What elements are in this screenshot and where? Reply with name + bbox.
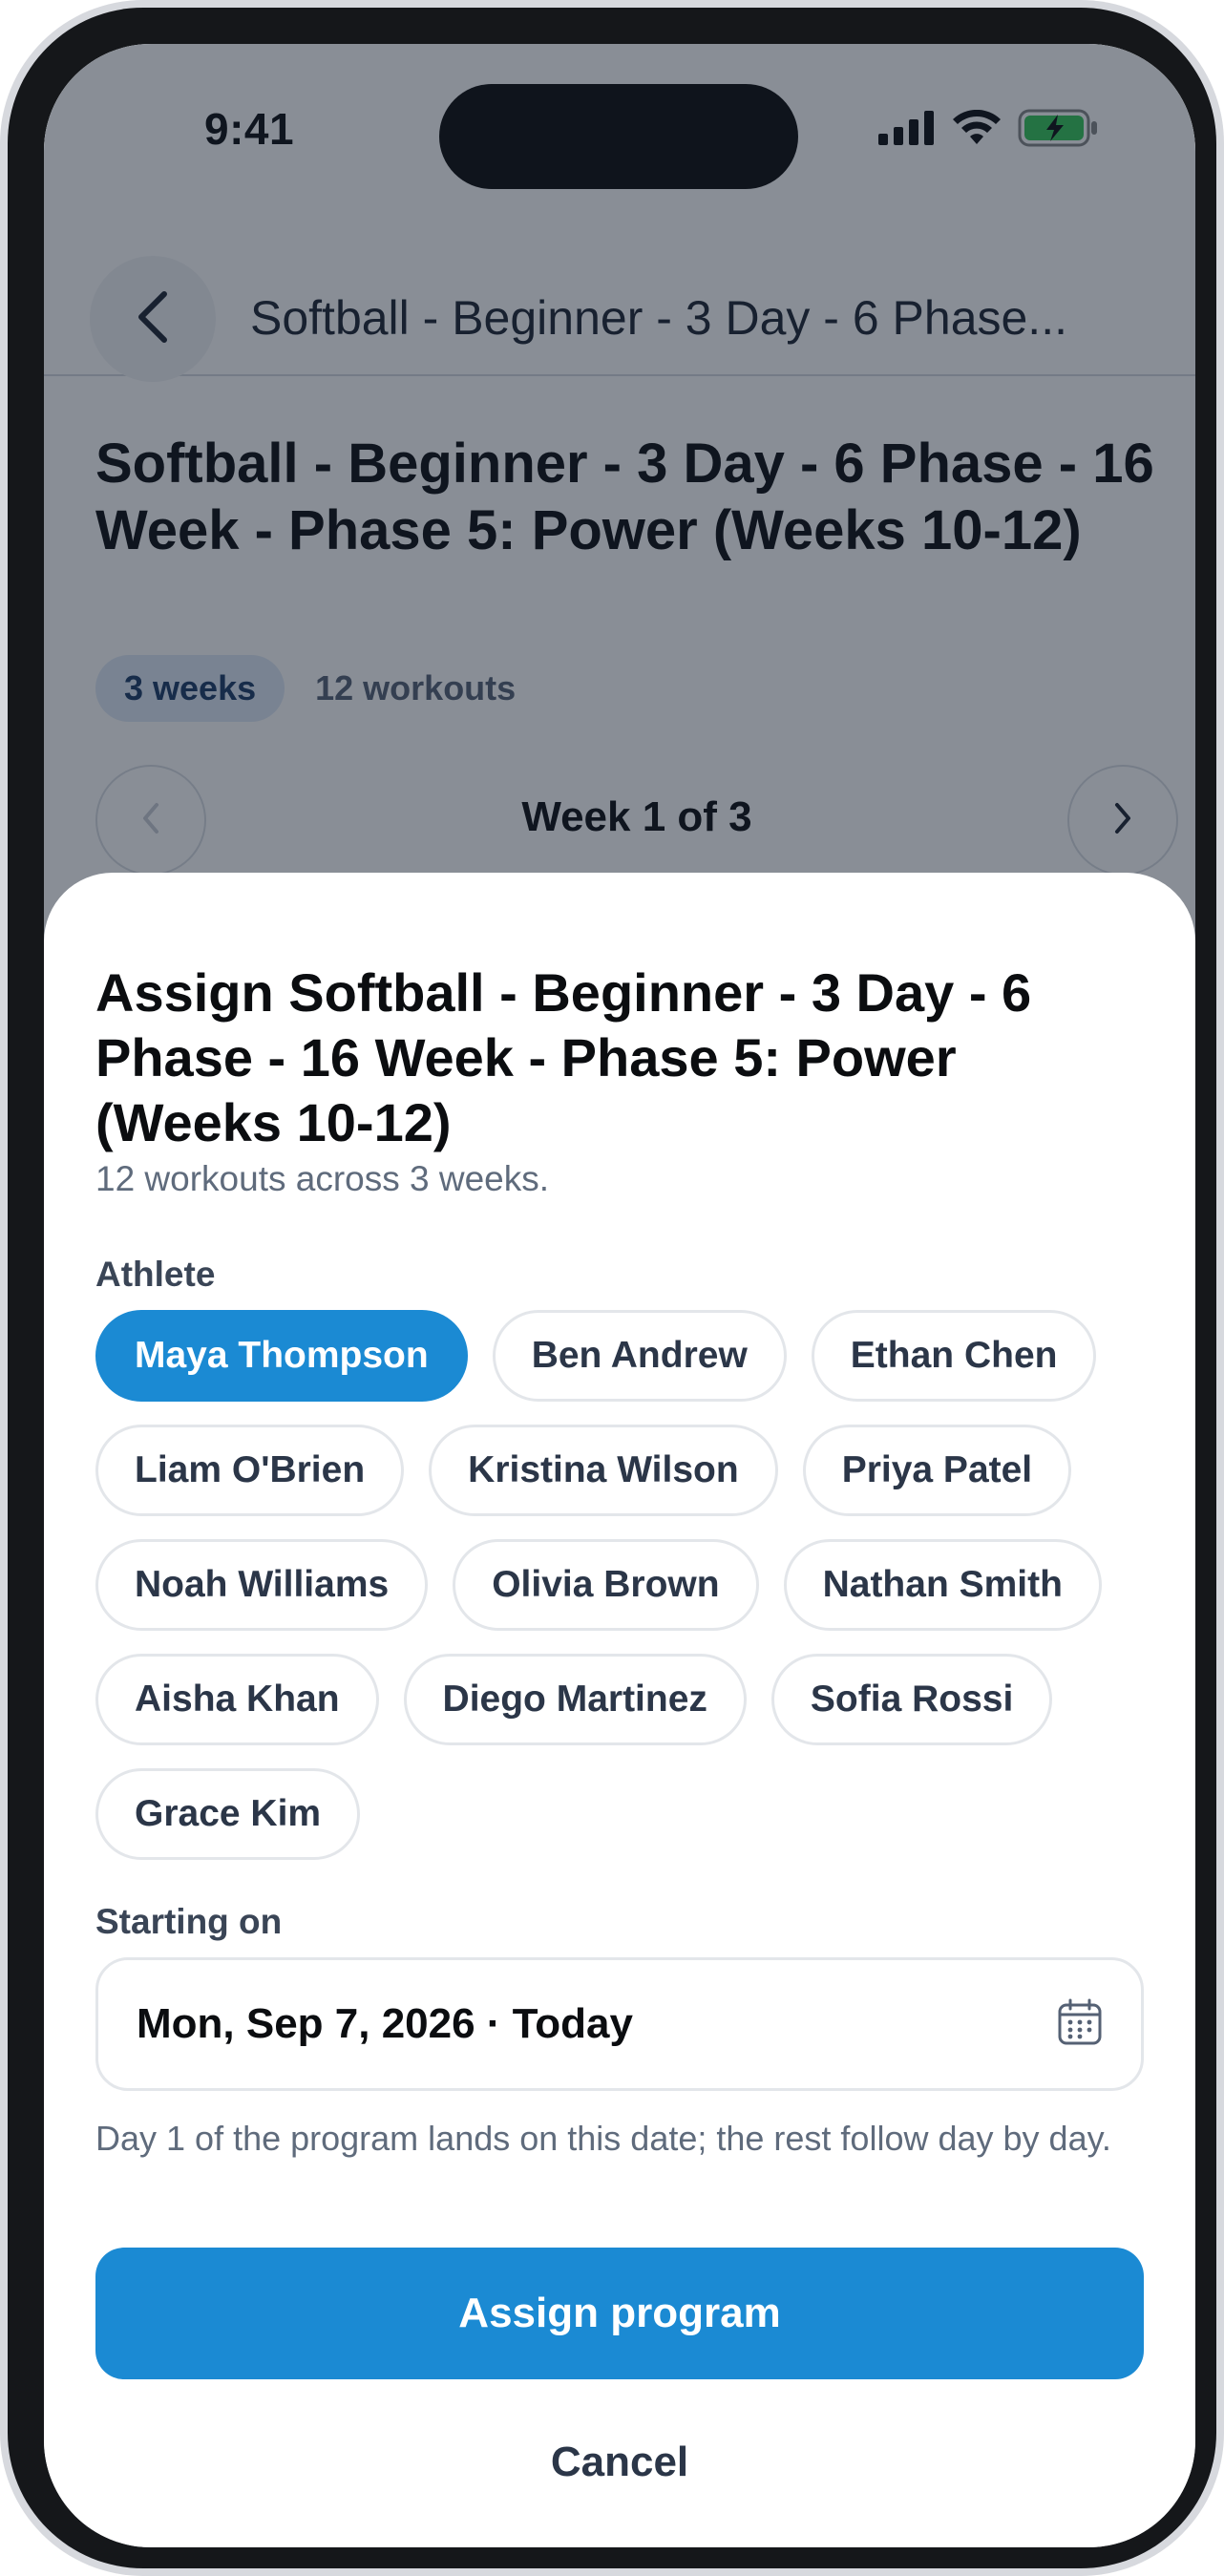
starting-on-label: Starting on [95, 1902, 283, 1941]
athlete-chip-group: Maya Thompson Ben Andrew Ethan Chen Liam O'… [95, 1310, 1155, 1860]
athlete-chip[interactable]: Liam O'Brien [95, 1425, 405, 1516]
sheet-title: Assign Softball - Beginner - 3 Day - 6 P… [95, 962, 1032, 1152]
athlete-chip[interactable]: Olivia Brown [453, 1539, 759, 1631]
phone-bezel: 9:41 [8, 8, 1216, 2568]
athlete-chip[interactable]: Sofia Rossi [770, 1654, 1053, 1745]
screen: 9:41 [44, 44, 1195, 2547]
assign-sheet: Assign Softball - Beginner - 3 Day - 6 P… [44, 873, 1195, 2547]
sheet-subtitle: 12 workouts across 3 weeks. [95, 1159, 550, 1198]
athlete-label: Athlete [95, 1255, 216, 1294]
phone-frame: 9:41 [0, 0, 1224, 2576]
athlete-chip[interactable]: Ethan Chen [811, 1310, 1097, 1402]
start-date-helper: Day 1 of the program lands on this date;… [95, 2119, 1111, 2158]
calendar-icon [1057, 1998, 1103, 2051]
athlete-chip[interactable]: Maya Thompson [95, 1310, 468, 1402]
cancel-button[interactable]: Cancel [95, 2400, 1144, 2524]
start-date-field[interactable]: Mon, Sep 7, 2026 · Today [95, 1957, 1144, 2091]
athlete-chip[interactable]: Aisha Khan [95, 1654, 379, 1745]
athlete-chip[interactable]: Grace Kim [95, 1768, 361, 1860]
athlete-chip[interactable]: Diego Martinez [403, 1654, 747, 1745]
start-date-value: Mon, Sep 7, 2026 · Today [137, 2000, 633, 2047]
athlete-chip[interactable]: Noah Williams [95, 1539, 429, 1631]
assign-program-button[interactable]: Assign program [95, 2248, 1144, 2379]
athlete-chip[interactable]: Ben Andrew [492, 1310, 787, 1402]
athlete-chip[interactable]: Priya Patel [802, 1425, 1072, 1516]
athlete-chip[interactable]: Kristina Wilson [429, 1425, 778, 1516]
athlete-chip[interactable]: Nathan Smith [783, 1539, 1102, 1631]
